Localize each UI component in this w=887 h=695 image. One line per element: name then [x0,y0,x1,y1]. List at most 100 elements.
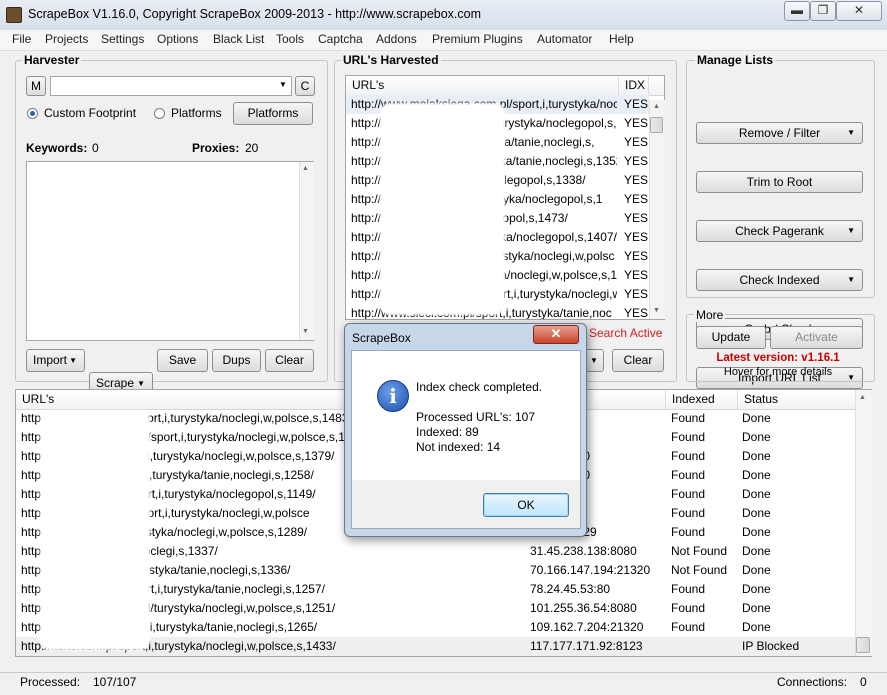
results-col-indexed[interactable]: Indexed [666,390,738,409]
result-indexed: Found [671,582,706,596]
result-indexed: Found [671,449,706,463]
update-button[interactable]: Update [696,326,766,349]
custom-footprint-label: Custom Footprint [44,106,137,120]
platforms-button[interactable]: Platforms [233,102,313,125]
window-title: ScrapeBox V1.16.0, Copyright ScrapeBox 2… [28,7,482,21]
harvested-col-url[interactable]: URL's [346,76,619,95]
menu-settings[interactable]: Settings [101,32,144,46]
result-status: Done [742,430,771,444]
keywords-textarea[interactable] [26,161,314,341]
blur-mask [380,103,505,315]
manage-button-check-pagerank[interactable]: Check Pagerank ▼ [696,220,863,242]
result-indexed: Not Found [671,563,728,577]
scroll-down-icon[interactable]: ▼ [302,328,309,335]
result-indexed: Not Found [671,544,728,558]
harvested-idx: YES [624,211,648,225]
result-status: Done [742,582,771,596]
manage-button-check-indexed[interactable]: Check Indexed ▼ [696,269,863,291]
import-button[interactable]: Import ▼ [26,349,85,372]
dialog-close-button[interactable]: ✕ [533,325,579,344]
keywords-scrollbar[interactable] [299,162,314,340]
results-col-status[interactable]: Status [738,390,856,409]
result-status: Done [742,449,771,463]
harvested-idx: YES [624,192,648,206]
harvested-col-idx[interactable]: IDX [619,76,649,95]
results-scrollbar[interactable] [855,390,872,656]
harvested-idx: YES [624,268,648,282]
platforms-radio[interactable] [154,108,165,119]
manage-button-remove-filter[interactable]: Remove / Filter ▼ [696,122,863,144]
scroll-up-icon[interactable]: ▲ [302,165,309,172]
scroll-up-icon[interactable]: ▲ [859,394,866,401]
result-status: Done [742,487,771,501]
connections-label: Connections: [777,675,848,689]
menu-black-list[interactable]: Black List [213,32,264,46]
result-proxy: 31.45.238.138:8080 [530,544,637,558]
search-active-label: Search Active [589,326,663,340]
menu-addons[interactable]: Addons [376,32,417,46]
info-icon: i [377,380,409,412]
latest-version-label[interactable]: Latest version: v1.16.1 [690,352,866,364]
dropdown-arrow-icon: ▼ [847,128,855,137]
custom-footprint-radio[interactable] [27,108,38,119]
minimize-button[interactable]: ▬ [784,1,810,21]
menu-captcha[interactable]: Captcha [318,32,363,46]
manage-button-trim-to-root[interactable]: Trim to Root [696,171,863,193]
platforms-radio-label: Platforms [171,106,222,120]
menu-options[interactable]: Options [157,32,198,46]
menu-premium-plugins[interactable]: Premium Plugins [432,32,523,46]
harvested-scroll-thumb[interactable] [650,117,663,133]
scrape-label: Scrape [96,376,135,390]
menu-help[interactable]: Help [609,32,634,46]
ok-button[interactable]: OK [483,493,569,517]
save-button[interactable]: Save [157,349,208,372]
blur-mask [40,410,150,650]
harvested-idx: YES [624,230,648,244]
scroll-down-icon[interactable]: ▼ [653,307,660,314]
clear-harvested-button[interactable]: Clear [612,349,664,372]
harvested-idx: YES [624,306,648,320]
dialog-heading: Index check completed. [416,380,543,394]
dropdown-arrow-icon: ▼ [847,226,855,235]
result-status: Done [742,468,771,482]
processed-label: Processed: [20,675,81,689]
manage-button-label: Check Indexed [739,273,820,287]
result-status: Done [742,563,771,577]
scroll-up-icon[interactable]: ▲ [653,103,660,110]
activate-button[interactable]: Activate [770,326,863,349]
result-status: Done [742,601,771,615]
proxies-count: 20 [245,141,259,155]
harvested-idx: YES [624,249,648,263]
result-proxy: 101.255.36.54:8080 [530,601,637,615]
connections-value: 0 [860,675,867,689]
menu-projects[interactable]: Projects [45,32,88,46]
result-status: Done [742,525,771,539]
results-scroll-thumb[interactable] [856,637,870,653]
chevron-down-icon[interactable]: ▼ [279,80,287,89]
dialog-processed: Processed URL's: 107 [416,410,536,424]
result-indexed: Found [671,525,706,539]
footprint-select[interactable] [50,76,292,96]
app-icon [6,7,22,23]
result-proxy: 70.166.147.194:21320 [530,563,651,577]
dialog-title: ScrapeBox [352,331,411,345]
result-proxy: 78.24.45.53:80 [530,582,611,596]
result-indexed: Found [671,468,706,482]
close-window-button[interactable]: ✕ [836,1,882,21]
harvester-title: Harvester [22,53,82,67]
result-proxy: 109.162.7.204:21320 [530,620,644,634]
harvested-header: URL's IDX [346,76,664,96]
keywords-count: 0 [92,141,99,155]
result-status: Done [742,544,771,558]
menu-file[interactable]: File [12,32,31,46]
result-status: Done [742,411,771,425]
maximize-button[interactable]: ❐ [810,1,836,21]
c-button[interactable]: C [295,76,315,96]
harvested-dropdown-button[interactable]: ▼ [584,349,604,372]
clear-keywords-button[interactable]: Clear [265,349,314,372]
m-button[interactable]: M [26,76,46,96]
menu-automator[interactable]: Automator [537,32,592,46]
menu-tools[interactable]: Tools [276,32,304,46]
dropdown-arrow-icon: ▼ [69,356,77,365]
dups-button[interactable]: Dups [212,349,261,372]
